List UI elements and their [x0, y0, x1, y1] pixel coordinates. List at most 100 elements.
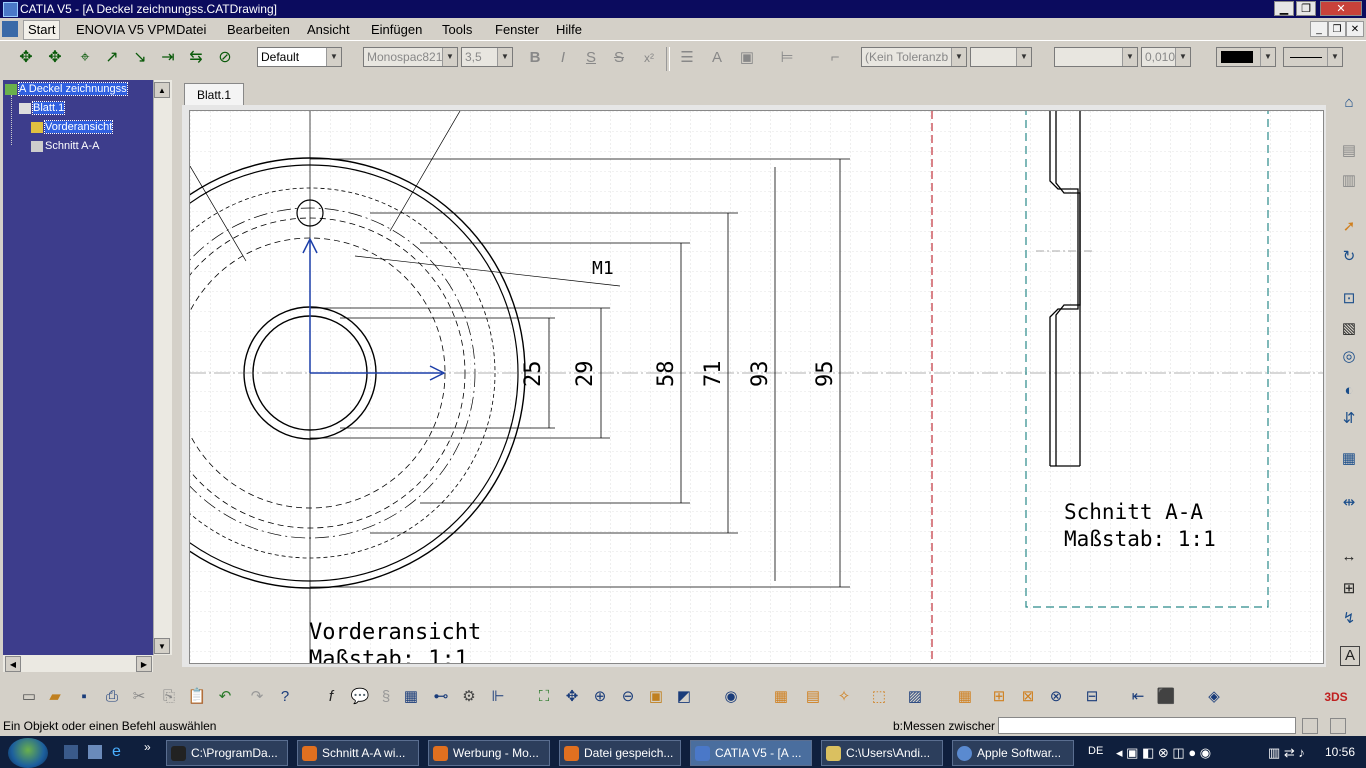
dimension-icon[interactable]: ⇥: [157, 47, 179, 69]
taskbar-button-apple[interactable]: Apple Softwar...: [952, 740, 1074, 766]
format-combo[interactable]: ▼: [1054, 47, 1138, 67]
front-view-icon[interactable]: ⊡: [1338, 288, 1360, 310]
show-desktop-icon[interactable]: [64, 745, 78, 759]
scroll-down-icon[interactable]: ▼: [154, 638, 170, 654]
tree-view-icon[interactable]: ⊷: [430, 686, 452, 708]
pan-icon[interactable]: ✥: [561, 686, 583, 708]
anchor-icon[interactable]: A: [706, 47, 728, 69]
select-icon[interactable]: ➚: [1338, 216, 1360, 238]
tolerance-combo[interactable]: (Kein Toleranzb ▼: [861, 47, 967, 67]
scroll-left-icon[interactable]: ◀: [5, 656, 21, 672]
menu-tools[interactable]: Tools: [442, 22, 472, 37]
strikethrough-icon[interactable]: S: [608, 47, 630, 69]
measure-icon[interactable]: ⊩: [487, 686, 509, 708]
linetype-combo[interactable]: ▼: [1283, 47, 1343, 67]
grid2-icon[interactable]: ▦: [954, 686, 976, 708]
detail-view-icon[interactable]: ◎: [1338, 346, 1360, 368]
formula-icon[interactable]: f: [320, 686, 342, 708]
update-icon[interactable]: ↻: [1338, 246, 1360, 268]
taskbar-button-catia[interactable]: CATIA V5 - [A ...: [690, 740, 812, 766]
table-icon[interactable]: ▦: [400, 686, 422, 708]
swap-icon[interactable]: ◉: [720, 686, 742, 708]
annotation-icon[interactable]: ↯: [1338, 608, 1360, 630]
drawing-canvas[interactable]: 25 29 58 71 93 95 M1 Vorderansicht Maßst…: [189, 110, 1324, 664]
tree-item-section-view[interactable]: Schnitt A-A: [31, 140, 99, 152]
cursor-icon[interactable]: ⬚: [868, 686, 890, 708]
taskbar-button-cmd[interactable]: C:\ProgramDa...: [166, 740, 288, 766]
stack-icon[interactable]: ⬛: [1155, 686, 1177, 708]
grid-icon[interactable]: ▦: [770, 686, 792, 708]
doc-minimize-button[interactable]: _: [1310, 21, 1328, 37]
break-view-icon[interactable]: ⇵: [1338, 408, 1360, 430]
thread-label[interactable]: M1: [592, 258, 614, 279]
style-combo[interactable]: Default ▼: [257, 47, 342, 67]
taskbar-button-firefox-2[interactable]: Werbung - Mo...: [428, 740, 550, 766]
dim-text-71[interactable]: 71: [701, 361, 726, 388]
menu-enovia[interactable]: ENOVIA V5 VPM: [76, 22, 176, 37]
command-input[interactable]: [998, 717, 1296, 734]
dim-text-25[interactable]: 25: [521, 361, 546, 388]
section-view-scale[interactable]: Maßstab: 1:1: [1064, 527, 1216, 551]
network-icon[interactable]: ▥ ⇄ ♪: [1268, 745, 1305, 761]
dim-text-58[interactable]: 58: [654, 361, 679, 388]
menu-bearbeiten[interactable]: Bearbeiten: [227, 22, 290, 37]
move-icon[interactable]: ✥: [44, 47, 66, 69]
document-icon[interactable]: [2, 21, 18, 37]
superscript-icon[interactable]: x²: [638, 47, 660, 69]
sheet-icon[interactable]: ⌂: [1338, 92, 1360, 114]
dim-props-icon[interactable]: ⊨: [776, 47, 798, 69]
sketch-icon[interactable]: ▤: [802, 686, 824, 708]
clipping-icon[interactable]: ◐: [1338, 380, 1360, 402]
maximize-button[interactable]: ❐: [1296, 1, 1316, 16]
align-icon[interactable]: ⇤: [1127, 686, 1149, 708]
italic-icon[interactable]: I: [552, 47, 574, 69]
status-button-2[interactable]: [1330, 718, 1346, 734]
snap-point-icon[interactable]: ✧: [833, 686, 855, 708]
sheet-tab[interactable]: Blatt.1: [184, 83, 244, 105]
wizard-icon[interactable]: ▦: [1338, 448, 1360, 470]
zoom-out-icon[interactable]: ⊖: [617, 686, 639, 708]
clock[interactable]: 10:56: [1325, 745, 1355, 759]
dim-text-29[interactable]: 29: [573, 361, 598, 388]
tool-icon[interactable]: ⊗: [1045, 686, 1067, 708]
comment-icon[interactable]: 💬: [349, 686, 371, 708]
redo-icon[interactable]: ↷: [246, 686, 268, 708]
tray-icons[interactable]: ◂ ▣ ◧ ⊗ ◫ ● ◉: [1116, 745, 1211, 761]
taskbar-button-firefox-3[interactable]: Datei gespeich...: [559, 740, 681, 766]
new-sheet-icon[interactable]: ▤: [1338, 140, 1360, 162]
minimize-button[interactable]: ▁: [1274, 1, 1294, 16]
dim-text-95[interactable]: 95: [813, 361, 838, 388]
more-icon[interactable]: »: [144, 740, 151, 754]
dim-system-icon[interactable]: ⊟: [1081, 686, 1103, 708]
tree-item-front-view[interactable]: Vorderansicht: [31, 120, 114, 134]
doc-close-button[interactable]: ✕: [1346, 21, 1364, 37]
position-icon[interactable]: ⊠: [1017, 686, 1039, 708]
point-icon[interactable]: ↗: [101, 47, 123, 69]
zoom-in-icon[interactable]: ⊕: [589, 686, 611, 708]
catalog-icon[interactable]: ⚙: [458, 686, 480, 708]
open-icon[interactable]: ▰: [44, 686, 66, 708]
close-button[interactable]: ✕: [1320, 1, 1362, 16]
copy-icon[interactable]: ⎘: [158, 686, 180, 708]
pan-icon[interactable]: ✥: [15, 47, 37, 69]
tree-horizontal-scrollbar[interactable]: ◀ ▶: [3, 655, 153, 672]
scroll-up-icon[interactable]: ▲: [154, 82, 170, 98]
line-icon[interactable]: ↘: [129, 47, 151, 69]
taskbar-button-explorer[interactable]: C:\Users\Andi...: [821, 740, 943, 766]
tree-item-sheet[interactable]: Blatt.1: [19, 101, 66, 115]
save-icon[interactable]: ▪: [73, 686, 95, 708]
font-combo[interactable]: Monospac821 ▼: [363, 47, 458, 67]
filter-icon[interactable]: ▨: [904, 686, 926, 708]
filter-icon[interactable]: ⇆: [185, 47, 207, 69]
front-view-label[interactable]: Vorderansicht: [309, 620, 481, 645]
font-size-combo[interactable]: 3,5 ▼: [461, 47, 513, 67]
analysis-icon[interactable]: ⊘: [214, 47, 236, 69]
undo-icon[interactable]: ↶: [214, 686, 236, 708]
normal-view-icon[interactable]: ◩: [673, 686, 695, 708]
print-icon[interactable]: ⎙: [101, 686, 123, 708]
menu-fenster[interactable]: Fenster: [495, 22, 539, 37]
status-button-1[interactable]: [1302, 718, 1318, 734]
doc-restore-button[interactable]: ❐: [1328, 21, 1346, 37]
cut-icon[interactable]: ✂: [128, 686, 150, 708]
section-view-icon[interactable]: ▧: [1338, 318, 1360, 340]
